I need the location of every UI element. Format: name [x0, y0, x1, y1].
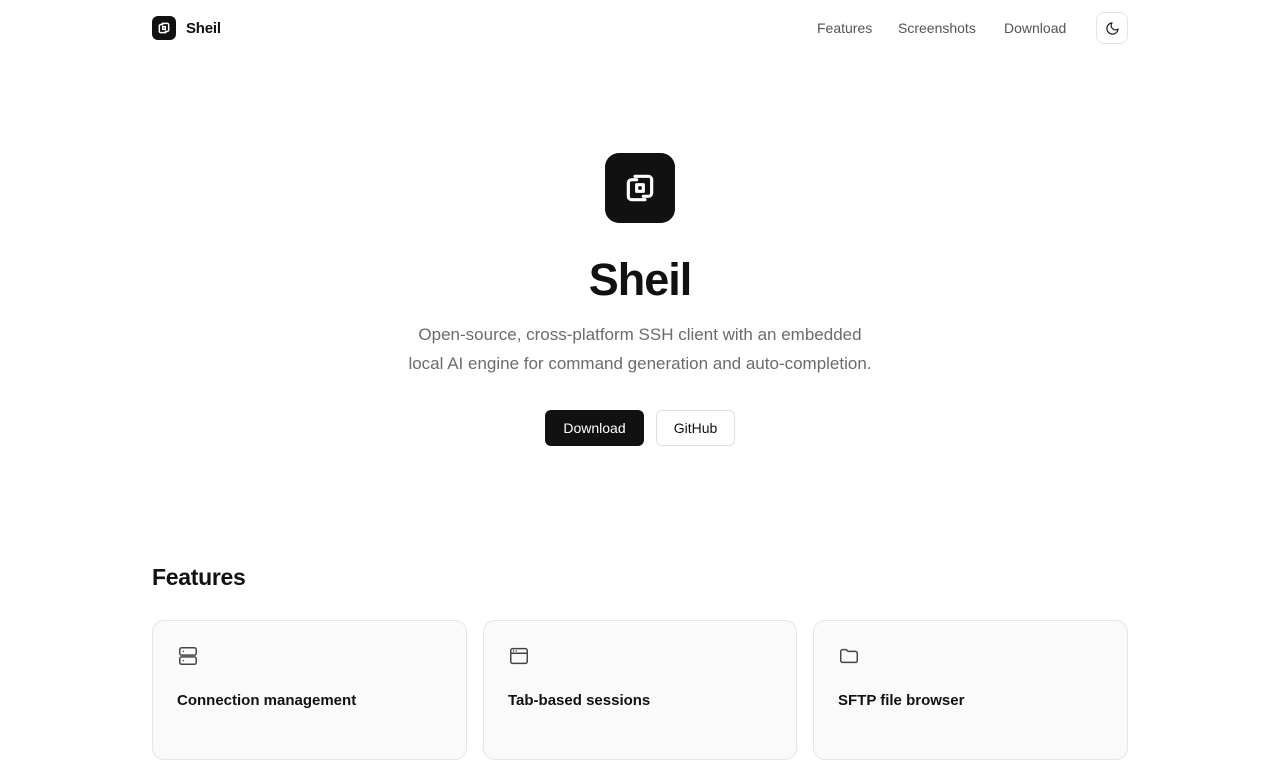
feature-card-title: SFTP file browser	[838, 692, 965, 709]
download-button[interactable]: Download	[545, 410, 644, 446]
browser-window-icon	[510, 647, 528, 665]
folder-icon	[840, 648, 858, 664]
hero-subtitle: Open-source, cross-platform SSH client w…	[340, 320, 940, 378]
hero-logo	[605, 153, 675, 223]
feature-card-connection-management: Connection management	[152, 620, 467, 760]
nav-link-screenshots[interactable]: Screenshots	[898, 18, 976, 38]
feature-card-tab-based-sessions: Tab-based sessions	[483, 620, 797, 760]
hero-title: Sheil	[588, 254, 693, 305]
server-icon	[179, 647, 197, 665]
github-button[interactable]: GitHub	[656, 410, 735, 446]
theme-toggle-button[interactable]	[1096, 12, 1128, 44]
moon-icon	[1105, 21, 1119, 35]
hero-subtitle-line2: local AI engine for command generation a…	[408, 354, 872, 373]
brand-name: Sheil	[186, 19, 221, 37]
feature-card-title: Tab-based sessions	[508, 692, 651, 709]
brand-link[interactable]: Sheil	[152, 16, 221, 40]
app-logo-icon	[152, 16, 176, 40]
nav-link-features[interactable]: Features	[817, 18, 872, 38]
hero-subtitle-line1: Open-source, cross-platform SSH client w…	[418, 325, 862, 344]
feature-card-sftp-file-browser: SFTP file browser	[813, 620, 1128, 760]
app-logo-icon	[626, 174, 654, 202]
features-heading: Features	[152, 564, 246, 590]
feature-card-title: Connection management	[177, 692, 357, 709]
nav-link-download[interactable]: Download	[1004, 18, 1066, 38]
